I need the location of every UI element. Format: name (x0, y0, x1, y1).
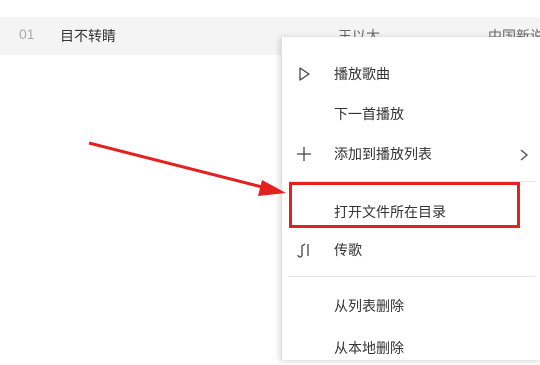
annotation-arrow (88, 141, 286, 196)
